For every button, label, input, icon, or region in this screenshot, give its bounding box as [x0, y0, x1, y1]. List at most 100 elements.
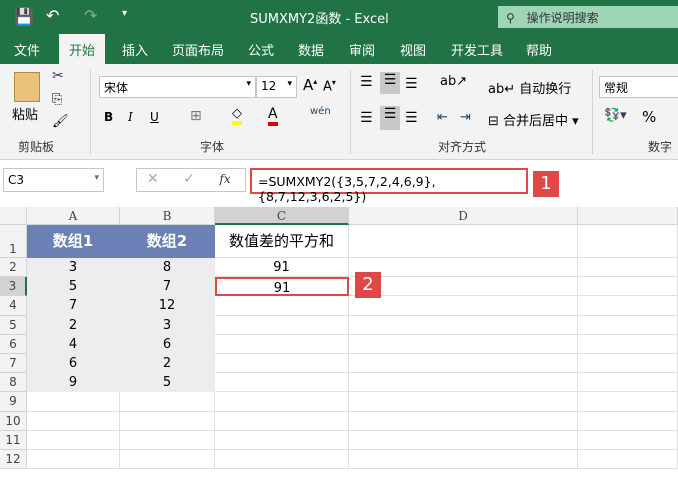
row-header[interactable]: 7 — [0, 354, 27, 374]
orientation-icon[interactable]: ab↗ — [440, 74, 467, 89]
paste-icon[interactable] — [14, 72, 40, 102]
cell[interactable]: 2 — [27, 315, 120, 335]
row-header[interactable]: 3 — [0, 277, 27, 297]
align-bottom-icon[interactable]: ☰ — [405, 76, 418, 92]
cell[interactable] — [578, 373, 678, 393]
grow-font-icon[interactable]: A▴ — [303, 76, 317, 94]
column-header[interactable]: A — [27, 207, 120, 225]
paste-button[interactable]: 粘贴 — [12, 104, 38, 123]
row-header[interactable]: 1 — [0, 225, 27, 258]
cell[interactable]: 12 — [120, 296, 215, 316]
tab-home[interactable]: 开始 — [59, 34, 106, 64]
row-header[interactable]: 10 — [0, 411, 27, 431]
tab-file[interactable]: 文件 — [14, 40, 40, 59]
cell[interactable] — [215, 450, 349, 470]
cell[interactable] — [349, 315, 578, 335]
cell[interactable]: 5 — [120, 373, 215, 393]
align-center-icon[interactable]: ☰ — [380, 106, 400, 130]
cell[interactable] — [120, 392, 215, 412]
cell[interactable] — [349, 225, 578, 258]
percent-button[interactable]: % — [642, 108, 656, 126]
cell[interactable]: 9 — [27, 373, 120, 393]
cell[interactable] — [578, 450, 678, 470]
row-header[interactable]: 6 — [0, 334, 27, 354]
cell[interactable] — [215, 354, 349, 374]
row-header[interactable]: 4 — [0, 296, 27, 316]
formula-input[interactable]: =SUMXMY2({3,5,7,2,4,6,9},{8,7,12,3,6,2,5… — [250, 168, 528, 204]
enter-button[interactable]: ✓ — [183, 171, 195, 187]
cell[interactable] — [349, 296, 578, 316]
font-name-select[interactable]: 宋体 ▾ — [99, 76, 256, 98]
select-all-corner[interactable] — [0, 207, 27, 225]
decrease-indent-icon[interactable]: ⇤ — [437, 110, 448, 125]
cell[interactable]: 4 — [27, 334, 120, 354]
increase-indent-icon[interactable]: ⇥ — [460, 110, 471, 125]
search-box[interactable]: ⚲ 操作说明搜索 — [498, 6, 678, 28]
underline-button[interactable]: U — [150, 110, 159, 124]
cell[interactable] — [27, 392, 120, 412]
cell[interactable] — [120, 411, 215, 431]
row-header[interactable]: 12 — [0, 450, 27, 470]
cell[interactable] — [120, 450, 215, 470]
cell[interactable]: 7 — [27, 296, 120, 316]
row-header[interactable]: 9 — [0, 392, 27, 412]
font-color-icon[interactable]: A — [268, 106, 278, 126]
cell[interactable] — [578, 225, 678, 258]
cell[interactable] — [578, 354, 678, 374]
cell[interactable]: 6 — [27, 354, 120, 374]
cell[interactable] — [215, 296, 349, 316]
merge-center-button[interactable]: ⊟ 合并后居中 ▾ — [488, 110, 579, 129]
cell[interactable] — [215, 373, 349, 393]
cell[interactable] — [578, 392, 678, 412]
cell[interactable] — [349, 258, 578, 278]
cell[interactable] — [578, 411, 678, 431]
number-format-select[interactable]: 常规 — [599, 76, 678, 98]
cell[interactable]: 数组1 — [27, 225, 120, 258]
cell[interactable] — [27, 411, 120, 431]
align-right-icon[interactable]: ☰ — [405, 110, 418, 126]
shrink-font-icon[interactable]: A▾ — [323, 78, 336, 94]
cut-icon[interactable]: ✂ — [52, 68, 64, 84]
format-painter-icon[interactable]: 🖌 — [52, 114, 69, 129]
cell[interactable]: 6 — [120, 334, 215, 354]
cell[interactable]: 数值差的平方和 — [215, 225, 349, 258]
align-top-icon[interactable]: ☰ — [360, 74, 373, 90]
column-header[interactable] — [578, 207, 678, 225]
cancel-button[interactable]: ✕ — [147, 171, 159, 187]
cell[interactable] — [349, 373, 578, 393]
cell[interactable]: 2 — [120, 354, 215, 374]
insert-function-button[interactable]: fx — [219, 172, 230, 186]
save-icon[interactable]: 💾 — [14, 7, 34, 26]
selected-cell-c3[interactable]: 91 — [215, 277, 349, 297]
phonetic-icon[interactable]: wén — [310, 106, 331, 117]
wrap-text-button[interactable]: ab↵ 自动换行 — [488, 78, 571, 97]
cell[interactable] — [578, 430, 678, 450]
column-header[interactable]: C — [215, 207, 349, 225]
tab-page-layout[interactable]: 页面布局 — [172, 40, 224, 59]
cell[interactable]: 3 — [27, 258, 120, 278]
tab-review[interactable]: 审阅 — [349, 40, 375, 59]
cell[interactable] — [349, 392, 578, 412]
row-header[interactable]: 5 — [0, 315, 27, 335]
undo-icon[interactable]: ↶ — [46, 6, 59, 25]
align-left-icon[interactable]: ☰ — [360, 110, 373, 126]
cell[interactable] — [215, 334, 349, 354]
cell[interactable]: 91 — [215, 258, 349, 278]
redo-icon[interactable]: ↷ — [84, 6, 97, 25]
cell[interactable] — [349, 334, 578, 354]
cell[interactable] — [215, 411, 349, 431]
cell[interactable] — [349, 430, 578, 450]
row-header[interactable]: 2 — [0, 258, 27, 278]
cell[interactable] — [215, 430, 349, 450]
accounting-icon[interactable]: 💱▾ — [604, 108, 627, 123]
cell[interactable] — [27, 430, 120, 450]
cell[interactable]: 3 — [120, 315, 215, 335]
tab-view[interactable]: 视图 — [400, 40, 426, 59]
cell[interactable] — [578, 296, 678, 316]
cell[interactable] — [578, 277, 678, 297]
bold-button[interactable]: B — [104, 110, 113, 124]
cell[interactable] — [578, 334, 678, 354]
font-size-select[interactable]: 12 ▾ — [256, 76, 297, 98]
cell[interactable]: 8 — [120, 258, 215, 278]
cell[interactable] — [578, 315, 678, 335]
